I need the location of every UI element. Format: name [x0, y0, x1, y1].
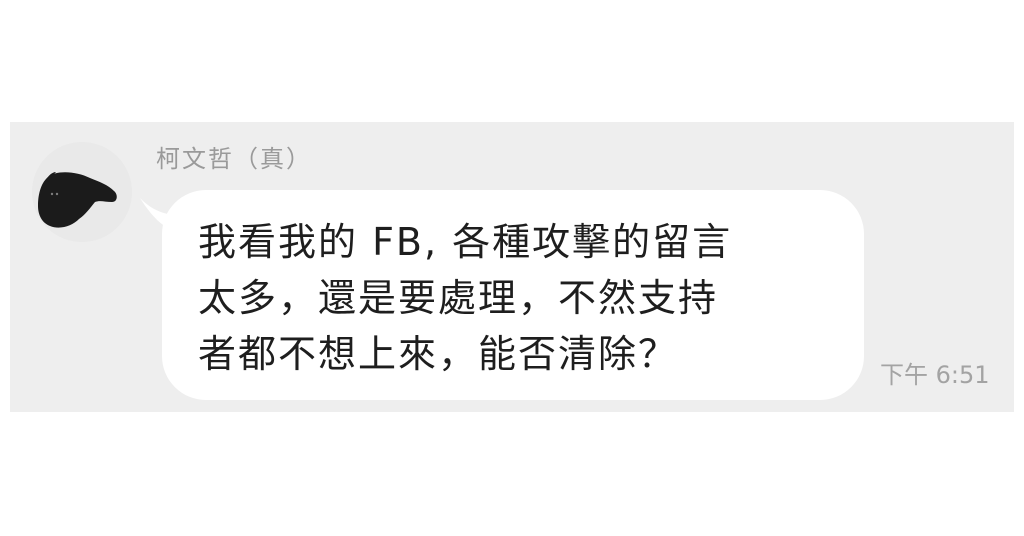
message-bubble[interactable]: 我看我的 FB, 各種攻擊的留言 太多，還是要處理，不然支持 者都不想上來，能否… [140, 190, 864, 400]
tapir-avatar-icon [32, 142, 132, 242]
chat-message-row: 柯文哲（真） 我看我的 FB, 各種攻擊的留言 太多，還是要處理，不然支持 者都… [10, 122, 1014, 412]
bubble-tail [140, 196, 180, 232]
message-timestamp: 下午 6:51 [880, 361, 990, 389]
sender-name: 柯文哲（真） [156, 145, 312, 173]
sender-avatar[interactable] [32, 142, 132, 242]
message-text: 我看我的 FB, 各種攻擊的留言 太多，還是要處理，不然支持 者都不想上來，能否… [198, 220, 733, 376]
